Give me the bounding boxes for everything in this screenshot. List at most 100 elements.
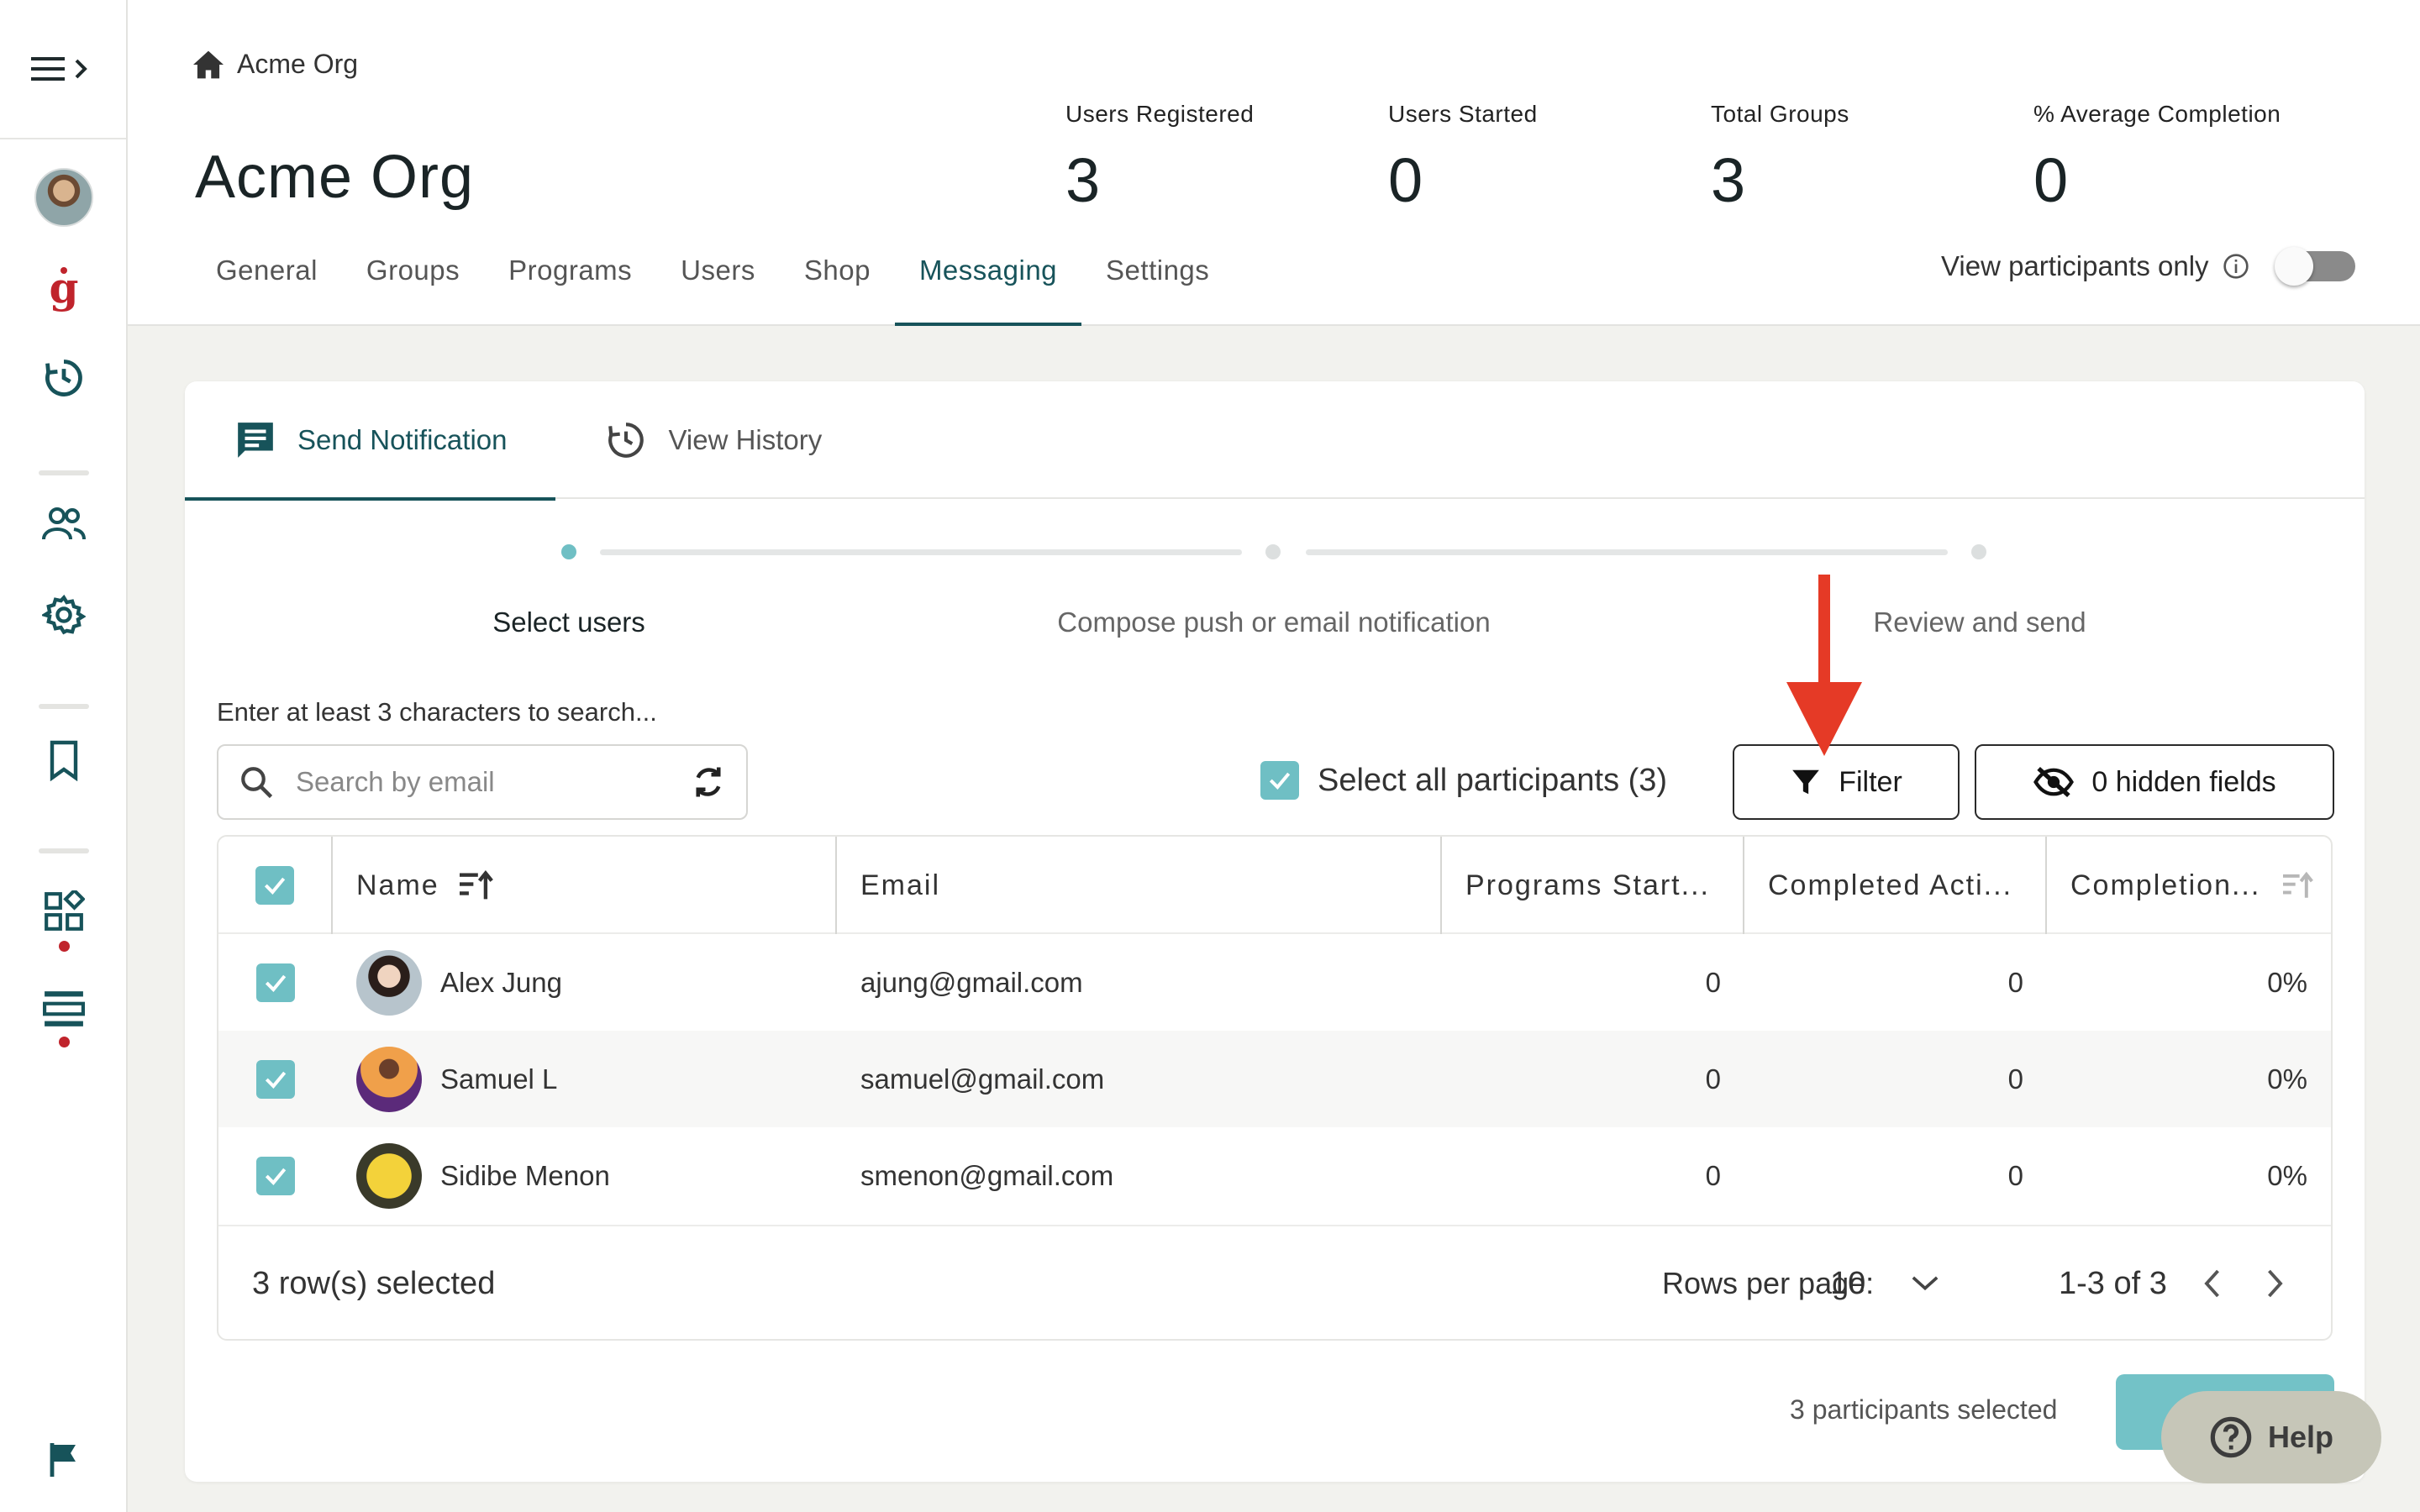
rail-flag[interactable] — [0, 1441, 128, 1478]
tab-shop[interactable]: Shop — [780, 244, 895, 326]
avatar — [356, 1046, 422, 1112]
rail-settings[interactable] — [0, 593, 128, 637]
rail-brand-logo[interactable]: g — [0, 265, 128, 316]
rail-users[interactable] — [0, 506, 128, 543]
step-dot-select-users — [561, 544, 576, 559]
row-select-cell — [218, 1127, 333, 1224]
breadcrumb-label: Acme Org — [237, 49, 359, 79]
rows-per-page-select[interactable]: 10 — [1830, 1266, 1939, 1302]
participants-selected-count: 3 participants selected — [1790, 1394, 2058, 1425]
column-label: Completion... — [2070, 869, 2261, 901]
rail-widgets[interactable] — [0, 890, 128, 932]
eye-off-icon — [2033, 766, 2075, 798]
subtab-label: Send Notification — [297, 424, 508, 455]
check-icon — [265, 1071, 287, 1089]
toggle-knob — [2274, 247, 2313, 286]
info-icon[interactable] — [2223, 253, 2249, 280]
chevron-right-icon[interactable] — [2265, 1268, 2286, 1299]
tab-settings[interactable]: Settings — [1081, 244, 1234, 326]
cell-completed-activities: 0 — [2007, 1063, 2023, 1095]
reset-search-icon[interactable] — [691, 764, 726, 800]
row-checkbox[interactable] — [256, 1156, 295, 1195]
stat-value: 0 — [2033, 145, 2069, 215]
row-checkbox[interactable] — [256, 1059, 295, 1099]
home-icon — [193, 50, 224, 78]
search-email-input[interactable] — [296, 766, 691, 798]
step-label-review: Review and send — [1873, 606, 2086, 638]
user-name: Alex Jung — [440, 966, 562, 998]
view-list-icon — [43, 991, 85, 1026]
cell-completion: 0% — [2267, 966, 2307, 998]
annotation-arrow-icon — [1786, 575, 1862, 756]
subtab-send-notification[interactable]: Send Notification — [185, 381, 556, 501]
stat-average-completion: % Average Completion 0 — [2033, 101, 2281, 216]
sort-icon[interactable] — [2281, 870, 2316, 900]
row-checkbox[interactable] — [256, 963, 295, 1002]
header-select-cell — [218, 837, 333, 934]
table-row[interactable]: Alex Jung ajung@gmail.com 0 0 0% — [218, 934, 2331, 1031]
view-participants-only: View participants only — [1941, 247, 2355, 286]
search-box — [217, 744, 748, 820]
select-all-participants[interactable]: Select all participants (3) — [1260, 761, 1667, 800]
select-all-label: Select all participants (3) — [1318, 762, 1668, 798]
tab-programs[interactable]: Programs — [484, 244, 656, 326]
cell-completion: 0% — [2267, 1159, 2307, 1191]
search-icon — [241, 767, 273, 799]
stat-value: 3 — [1065, 145, 1101, 215]
rail-bookmarks[interactable] — [0, 739, 128, 781]
chevron-left-icon[interactable] — [2202, 1268, 2222, 1299]
column-label: Completed Acti... — [1768, 869, 2013, 901]
stat-total-groups: Total Groups 3 — [1711, 101, 1849, 216]
rail-divider — [39, 704, 89, 709]
step-connector — [1306, 549, 1948, 555]
rail-user-avatar[interactable] — [0, 168, 128, 227]
users-table: Name Email Programs Start... Completed A… — [217, 835, 2333, 1341]
history-icon — [45, 360, 82, 396]
cell-programs-started: 0 — [1705, 966, 1721, 998]
hidden-fields-button[interactable]: 0 hidden fields — [1975, 744, 2334, 820]
tab-users[interactable]: Users — [656, 244, 780, 326]
chevron-down-icon — [1912, 1276, 1939, 1291]
org-tabs: General Groups Programs Users Shop Messa… — [192, 244, 1234, 326]
rows-selected-count: 3 row(s) selected — [252, 1265, 496, 1301]
user-name: Sidibe Menon — [440, 1159, 610, 1191]
sort-icon[interactable] — [458, 869, 495, 902]
row-select-cell — [218, 934, 333, 1031]
column-header-completed-activities[interactable]: Completed Acti... — [1744, 837, 2047, 934]
select-all-checkbox[interactable] — [1260, 761, 1299, 800]
tab-general[interactable]: General — [192, 244, 342, 326]
step-label-select-users: Select users — [492, 606, 645, 638]
rail-history[interactable] — [0, 356, 128, 400]
column-header-completion[interactable]: Completion... — [2047, 837, 2331, 934]
check-icon — [1269, 772, 1291, 790]
tab-messaging[interactable]: Messaging — [894, 244, 1082, 326]
breadcrumb[interactable]: Acme Org — [192, 49, 358, 80]
stat-label: Users Started — [1388, 101, 1538, 127]
rail-layout[interactable] — [0, 990, 128, 1028]
cell-completed-activities: 0 — [2007, 1159, 2023, 1191]
header-checkbox[interactable] — [255, 866, 294, 905]
user-name: Samuel L — [440, 1063, 558, 1095]
rail-menu-toggle[interactable] — [0, 0, 126, 139]
stat-value: 0 — [1388, 145, 1423, 215]
tab-groups[interactable]: Groups — [342, 244, 484, 326]
column-header-name[interactable]: Name — [333, 837, 837, 934]
view-participants-toggle[interactable] — [2274, 247, 2355, 286]
rows-per-page-value: 10 — [1830, 1265, 1866, 1301]
cell-email: smenon@gmail.com — [860, 1159, 1114, 1191]
notification-dot — [59, 1037, 70, 1047]
column-header-email[interactable]: Email — [837, 837, 1442, 934]
cell-programs-started: 0 — [1705, 1159, 1721, 1191]
table-header: Name Email Programs Start... Completed A… — [218, 837, 2331, 934]
subtab-view-history[interactable]: View History — [555, 381, 871, 499]
column-header-programs-started[interactable]: Programs Start... — [1442, 837, 1744, 934]
table-row[interactable]: Sidibe Menon smenon@gmail.com 0 0 0% — [218, 1127, 2331, 1224]
avatar — [356, 1142, 422, 1209]
stat-value: 3 — [1711, 145, 1746, 215]
search-hint: Enter at least 3 characters to search... — [217, 697, 657, 727]
table-row[interactable]: Samuel L samuel@gmail.com 0 0 0% — [218, 1031, 2331, 1127]
help-button[interactable]: Help — [2161, 1391, 2381, 1483]
step-dot-review — [1971, 544, 1986, 559]
column-label: Programs Start... — [1465, 869, 1710, 901]
step-label-compose: Compose push or email notification — [1057, 606, 1491, 638]
